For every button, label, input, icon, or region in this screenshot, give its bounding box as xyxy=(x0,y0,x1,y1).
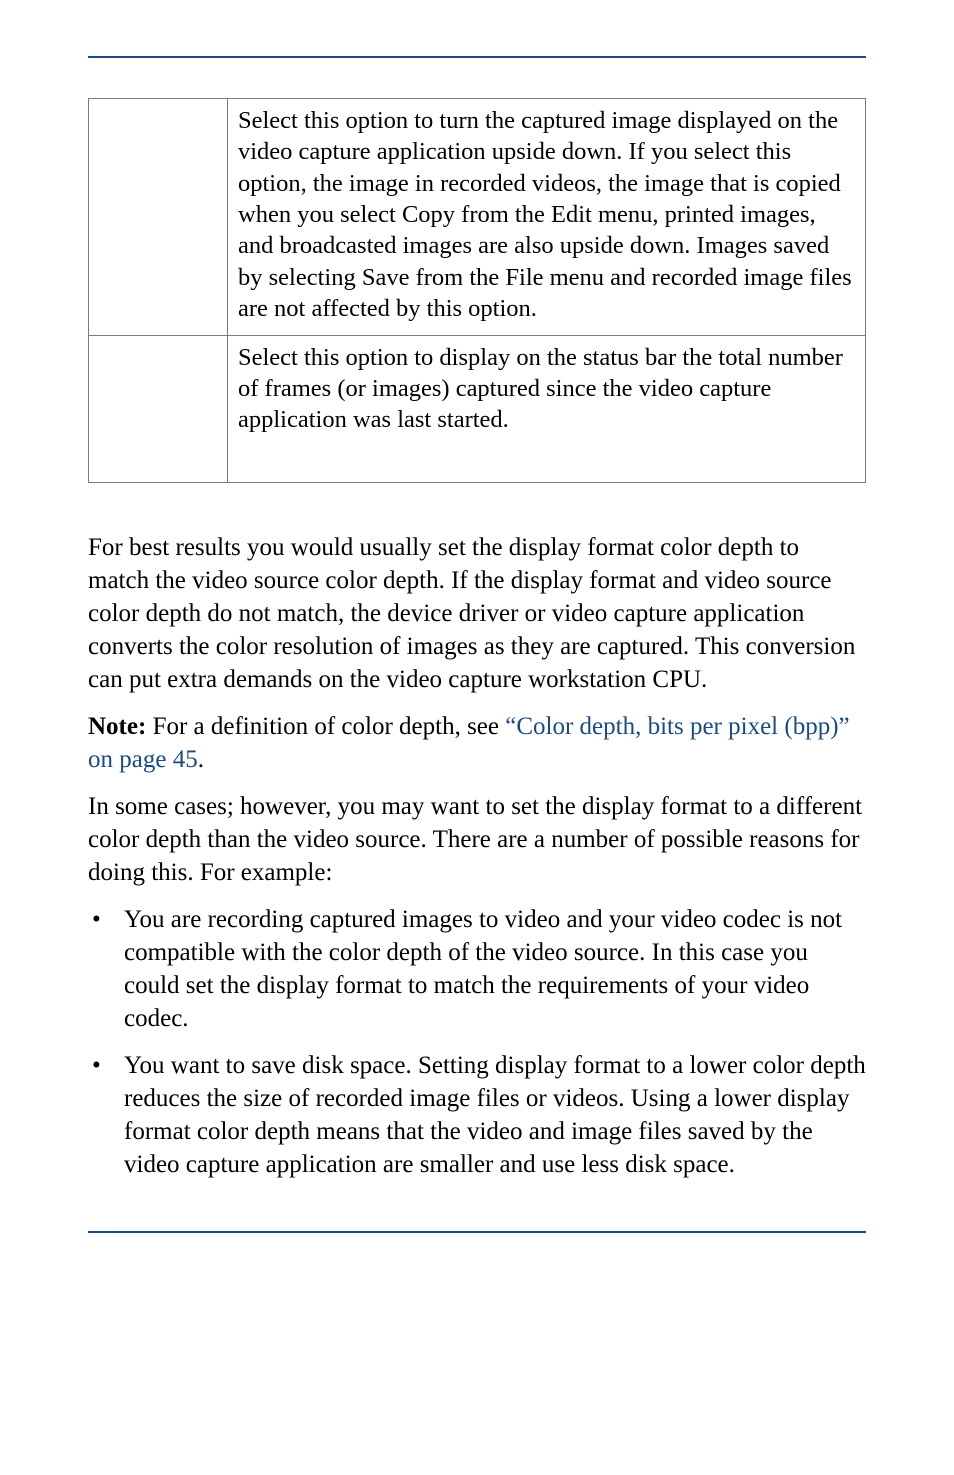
note-paragraph: Note: For a definition of color depth, s… xyxy=(88,710,866,776)
note-label: Note: xyxy=(88,713,146,740)
list-item: • You want to save disk space. Setting d… xyxy=(88,1049,866,1181)
header-rule xyxy=(88,56,866,58)
list-item: • You are recording captured images to v… xyxy=(88,903,866,1035)
bullet-icon: • xyxy=(92,1049,101,1082)
footer-rule xyxy=(88,1231,866,1233)
list-item-text: You are recording captured images to vid… xyxy=(124,906,842,1032)
note-suffix: . xyxy=(198,746,204,773)
option-name-cell xyxy=(89,335,228,482)
table-row: Select this option to display on the sta… xyxy=(89,335,866,482)
paragraph: In some cases; however, you may want to … xyxy=(88,790,866,889)
option-desc-cell: Select this option to turn the captured … xyxy=(228,99,866,336)
options-table: Select this option to turn the captured … xyxy=(88,98,866,483)
page: Select this option to turn the captured … xyxy=(0,0,954,1475)
note-text: For a definition of color depth, see xyxy=(146,713,505,740)
bullet-icon: • xyxy=(92,903,101,936)
list-item-text: You want to save disk space. Setting dis… xyxy=(124,1052,866,1178)
option-name-cell xyxy=(89,99,228,336)
body-text: For best results you would usually set t… xyxy=(88,531,866,1181)
table-row: Select this option to turn the captured … xyxy=(89,99,866,336)
option-desc-cell: Select this option to display on the sta… xyxy=(228,335,866,482)
paragraph: For best results you would usually set t… xyxy=(88,531,866,696)
bullet-list: • You are recording captured images to v… xyxy=(88,903,866,1181)
